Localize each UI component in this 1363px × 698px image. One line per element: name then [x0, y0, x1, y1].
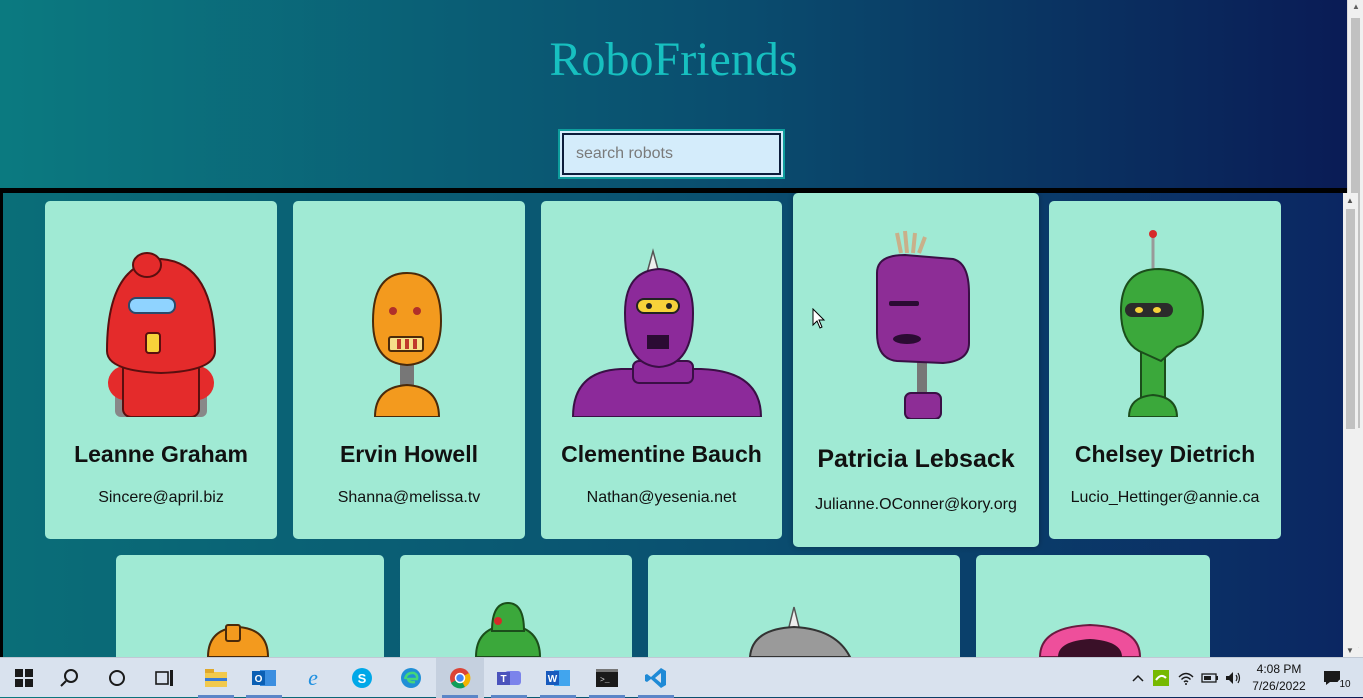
robot-name: Leanne Graham	[74, 441, 248, 467]
file-explorer-icon[interactable]	[192, 658, 240, 698]
taskbar: O e S T W >_ 4:08 PM 7/26/2022 10	[0, 657, 1363, 698]
volume-icon[interactable]	[1223, 658, 1245, 698]
scroll-up-icon[interactable]: ▲	[1346, 196, 1354, 205]
cortana-icon[interactable]	[93, 658, 141, 698]
svg-text:W: W	[548, 674, 558, 685]
svg-text:T: T	[500, 674, 506, 685]
robot-card[interactable]	[400, 555, 632, 657]
clock-time: 4:08 PM	[1256, 662, 1302, 676]
robot-avatar	[474, 601, 542, 657]
teams-icon[interactable]: T	[485, 658, 533, 698]
show-hidden-icons-icon[interactable]	[1128, 658, 1148, 698]
robot-avatar	[1038, 623, 1142, 657]
robot-card[interactable]: Chelsey Dietrich Lucio_Hettinger@annie.c…	[1049, 201, 1281, 539]
mouse-cursor-icon	[812, 308, 826, 329]
robot-card[interactable]	[976, 555, 1210, 657]
chrome-icon[interactable]	[436, 658, 484, 698]
robot-avatar	[206, 624, 270, 657]
robot-image	[474, 601, 542, 657]
notifications-icon[interactable]: 10	[1318, 658, 1358, 698]
robot-email: Sincere@april.biz	[98, 489, 224, 506]
search-icon[interactable]	[45, 658, 93, 698]
robot-image	[1038, 623, 1142, 657]
search-input[interactable]	[562, 133, 781, 175]
clock[interactable]: 4:08 PM 7/26/2022	[1246, 661, 1312, 695]
robot-image	[105, 252, 217, 417]
network-icon[interactable]	[1175, 658, 1197, 698]
svg-text:e: e	[308, 667, 318, 689]
word-icon[interactable]: W	[534, 658, 582, 698]
robot-card[interactable]: Patricia Lebsack Julianne.OConner@kory.o…	[793, 193, 1039, 547]
scroll-up-icon[interactable]: ▲	[1352, 3, 1360, 11]
robot-card[interactable]	[648, 555, 960, 657]
robot-email: Shanna@melissa.tv	[337, 489, 481, 506]
robot-email: Julianne.OConner@kory.org	[815, 496, 1017, 513]
task-view-icon[interactable]	[141, 658, 189, 698]
robot-name: Clementine Bauch	[561, 441, 762, 467]
robot-card[interactable]: Clementine Bauch Nathan@yesenia.net	[541, 201, 782, 539]
robot-image	[876, 230, 970, 419]
internet-explorer-icon[interactable]: e	[289, 658, 337, 698]
robot-avatar	[105, 252, 217, 417]
robot-card[interactable]: Ervin Howell Shanna@melissa.tv	[293, 201, 525, 539]
terminal-icon[interactable]: >_	[583, 658, 631, 698]
app-title: RoboFriends	[549, 33, 798, 86]
robot-avatar	[876, 230, 970, 419]
robot-image	[206, 624, 270, 657]
robot-card[interactable]: Leanne Graham Sincere@april.biz	[45, 201, 277, 539]
start-icon[interactable]	[0, 658, 48, 698]
robot-name: Patricia Lebsack	[817, 445, 1015, 473]
edge-icon[interactable]	[387, 658, 435, 698]
vscode-icon[interactable]	[632, 658, 680, 698]
robot-image	[1119, 230, 1205, 417]
robot-image	[371, 271, 443, 417]
robot-list-scrollbar[interactable]: ▲ ▼	[1343, 193, 1358, 657]
robot-avatar	[571, 248, 763, 417]
robot-list-scroll-thumb[interactable]	[1346, 209, 1355, 429]
notification-count: 10	[1337, 678, 1353, 690]
search-box	[558, 129, 785, 179]
svg-text:>_: >_	[600, 676, 610, 685]
svg-text:S: S	[358, 671, 367, 686]
scroll-down-icon[interactable]: ▼	[1346, 646, 1354, 655]
outlook-icon[interactable]: O	[240, 658, 288, 698]
battery-icon[interactable]	[1199, 658, 1221, 698]
robot-image	[571, 248, 763, 417]
svg-text:O: O	[255, 674, 263, 685]
robot-image	[748, 606, 852, 657]
skype-icon[interactable]: S	[338, 658, 386, 698]
robot-name: Ervin Howell	[339, 441, 479, 467]
robot-email: Nathan@yesenia.net	[586, 489, 737, 506]
robot-email: Lucio_Hettinger@annie.ca	[1070, 489, 1260, 506]
robot-avatar	[1119, 230, 1205, 417]
robot-card[interactable]	[116, 555, 384, 657]
clock-date: 7/26/2022	[1252, 679, 1306, 693]
robot-avatar	[371, 271, 443, 417]
robot-avatar	[748, 606, 852, 657]
nvidia-icon[interactable]	[1150, 658, 1172, 698]
robot-name: Chelsey Dietrich	[1074, 441, 1256, 467]
